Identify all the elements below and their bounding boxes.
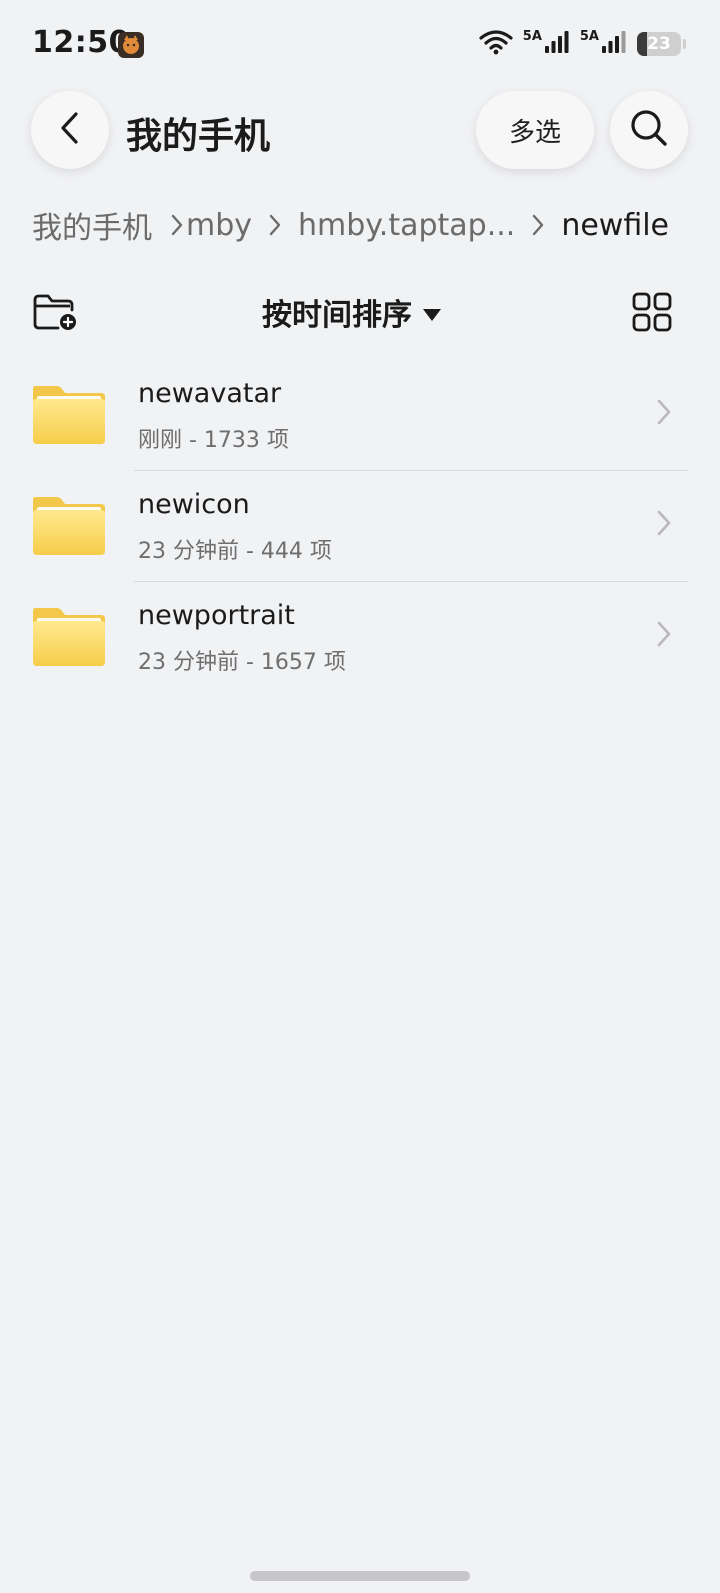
- file-row-newicon[interactable]: newicon 23 分钟前 - 444 项: [0, 471, 720, 582]
- file-row-newportrait[interactable]: newportrait 23 分钟前 - 1657 项: [0, 582, 720, 693]
- file-name: newicon: [138, 489, 250, 520]
- grid-view-icon[interactable]: [632, 292, 672, 336]
- sort-label: 按时间排序: [262, 298, 412, 333]
- file-name: newavatar: [138, 378, 282, 409]
- multi-select-button[interactable]: 多选: [476, 91, 594, 169]
- folder-icon: [31, 384, 107, 450]
- caret-down-icon: [422, 295, 442, 330]
- breadcrumb-item-my-phone[interactable]: 我的手机: [32, 203, 152, 247]
- search-button[interactable]: [610, 91, 688, 169]
- file-name: newportrait: [138, 600, 295, 631]
- file-row-newavatar[interactable]: newavatar 刚刚 - 1733 项: [0, 360, 720, 471]
- search-icon: [629, 108, 669, 152]
- chevron-right-icon: [656, 509, 672, 541]
- status-bar: 12:50 5A 5A 23: [0, 0, 720, 88]
- status-time: 12:50: [32, 25, 130, 60]
- battery-icon: 23: [637, 32, 681, 56]
- folder-icon: [31, 606, 107, 672]
- chevron-right-icon: [656, 398, 672, 430]
- sort-dropdown[interactable]: 按时间排序: [262, 290, 442, 334]
- signal-icon: [601, 30, 627, 58]
- chevron-right-icon: [656, 620, 672, 652]
- breadcrumb: 我的手机 mby hmby.taptap... newfile: [32, 200, 669, 250]
- wifi-icon: [479, 29, 513, 59]
- file-meta: 23 分钟前 - 444 项: [138, 539, 332, 564]
- toolbar: 按时间排序: [0, 280, 720, 344]
- file-meta: 23 分钟前 - 1657 项: [138, 650, 346, 675]
- network-label-1: 5A: [522, 28, 542, 44]
- chevron-right-icon: [170, 213, 184, 237]
- status-indicators: 5A 5A 23: [479, 28, 686, 60]
- chevron-right-icon: [531, 213, 545, 237]
- breadcrumb-item-newfile: newfile: [561, 207, 670, 243]
- folder-icon: [31, 495, 107, 561]
- network-label-2: 5A: [579, 28, 599, 44]
- breadcrumb-item-hmby[interactable]: hmby.taptap...: [298, 208, 515, 243]
- page-title: 我的手机: [126, 116, 271, 157]
- new-folder-icon[interactable]: [32, 292, 78, 336]
- header: 我的手机 多选: [0, 88, 720, 178]
- file-meta: 刚刚 - 1733 项: [138, 428, 289, 453]
- battery-tip: [683, 39, 686, 49]
- chevron-left-icon: [55, 110, 85, 150]
- signal-icon: [544, 30, 570, 58]
- file-list: newavatar 刚刚 - 1733 项 newicon 23 分钟前 - 4…: [0, 360, 720, 693]
- back-button[interactable]: [31, 91, 109, 169]
- breadcrumb-item-mby[interactable]: mby: [186, 208, 252, 243]
- battery-level: 23: [647, 34, 671, 54]
- home-indicator[interactable]: [250, 1571, 470, 1581]
- battery-fill: [637, 32, 648, 56]
- app-cat-icon: [118, 32, 144, 58]
- chevron-right-icon: [268, 213, 282, 237]
